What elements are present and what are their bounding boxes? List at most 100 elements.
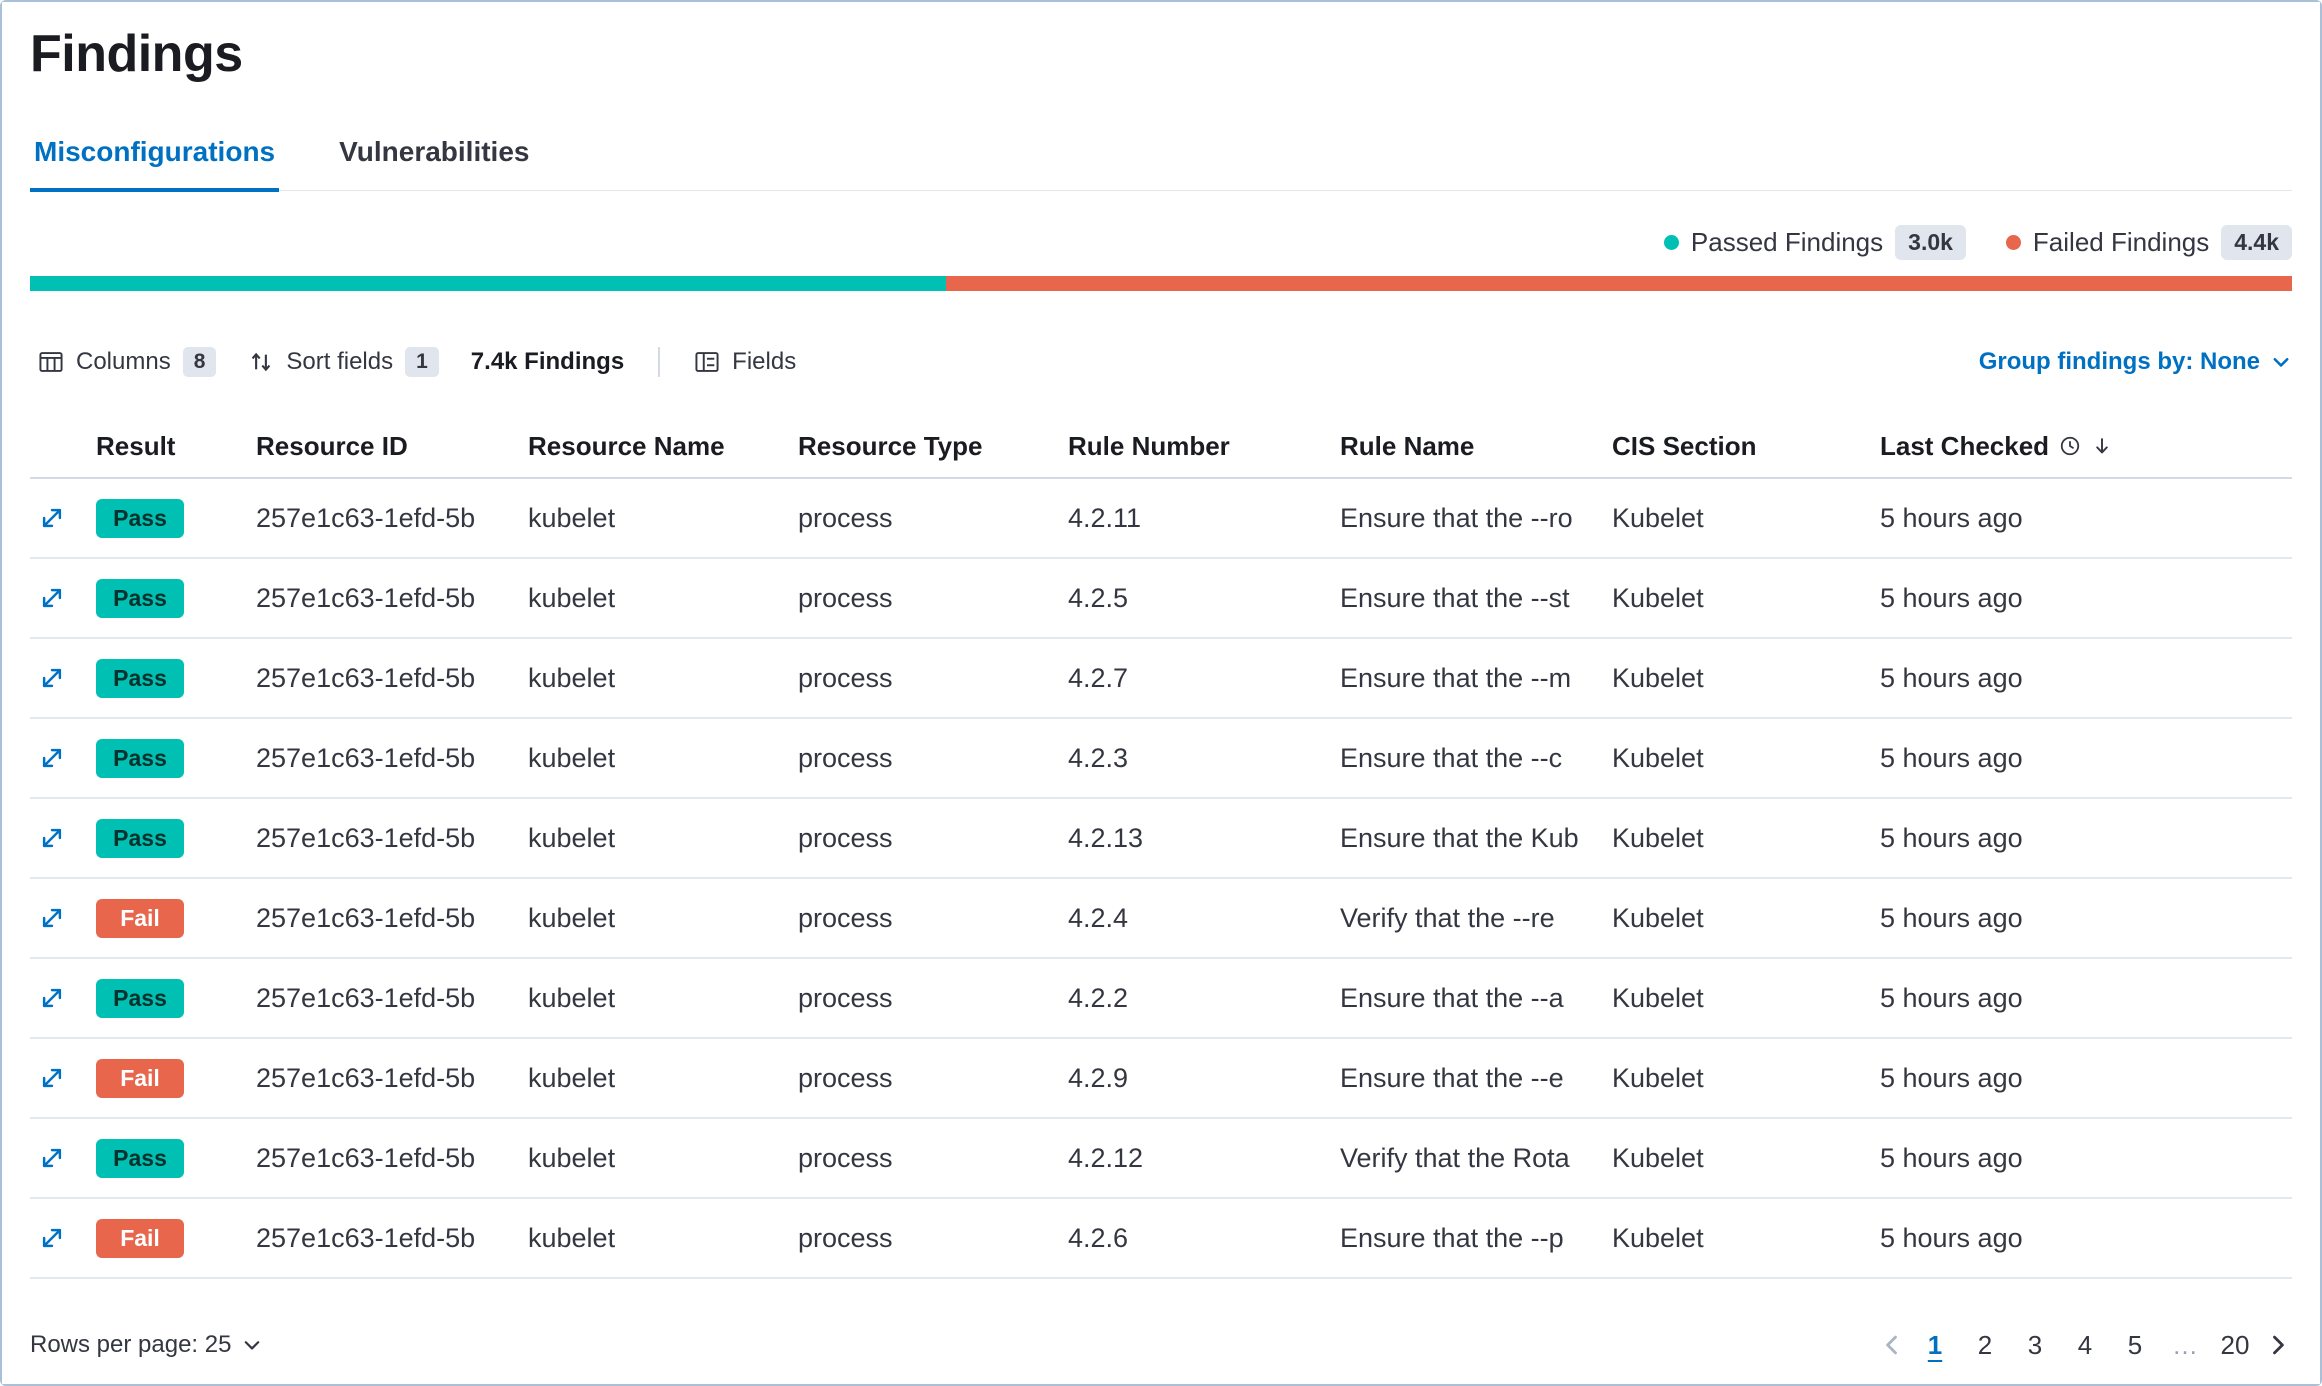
rule-name-cell: Ensure that the --st [1340,583,1612,614]
resource-name-cell: kubelet [528,1223,798,1254]
expand-finding-icon[interactable] [38,984,66,1012]
columns-button[interactable]: Columns 8 [30,343,224,381]
expand-finding-icon[interactable] [38,1224,66,1252]
resource-name-cell: kubelet [528,663,798,694]
expand-finding-icon[interactable] [38,904,66,932]
rows-per-page-label: Rows per page: 25 [30,1331,231,1359]
rule-number-cell: 4.2.9 [1068,1063,1340,1094]
expand-finding-icon[interactable] [38,664,66,692]
cis-section-cell: Kubelet [1612,983,1880,1014]
tab-misconfigurations[interactable]: Misconfigurations [30,130,279,192]
sort-descending-arrow-icon [2091,435,2113,457]
expand-finding-icon[interactable] [38,504,66,532]
cis-section-cell: Kubelet [1612,743,1880,774]
sort-fields-button[interactable]: Sort fields 1 [240,343,446,381]
sort-fields-label: Sort fields [286,348,393,376]
resource-id-cell: 257e1c63-1efd-5b [256,903,528,934]
page-number-5[interactable]: 5 [2114,1326,2156,1365]
group-findings-by-button[interactable]: Group findings by: None [1979,348,2292,376]
previous-page-icon[interactable] [1878,1331,1906,1359]
rule-name-cell: Ensure that the --ro [1340,503,1612,534]
cis-section-cell: Kubelet [1612,823,1880,854]
sort-fields-count-badge: 1 [405,347,439,377]
rule-number-cell: 4.2.11 [1068,503,1340,534]
column-header-resource-id[interactable]: Resource ID [256,431,528,462]
resource-id-cell: 257e1c63-1efd-5b [256,1143,528,1174]
resource-id-cell: 257e1c63-1efd-5b [256,1223,528,1254]
rule-number-cell: 4.2.6 [1068,1223,1340,1254]
rule-number-cell: 4.2.13 [1068,823,1340,854]
result-cell: Pass [96,739,256,778]
table-row: Fail 257e1c63-1efd-5b kubelet process 4.… [30,879,2292,959]
resource-name-cell: kubelet [528,743,798,774]
result-cell: Pass [96,659,256,698]
last-checked-cell: 5 hours ago [1880,743,2292,774]
cis-section-cell: Kubelet [1612,583,1880,614]
page-number-2[interactable]: 2 [1964,1326,2006,1365]
clock-icon [2059,435,2081,457]
failed-count-badge: 4.4k [2221,225,2292,260]
rule-number-cell: 4.2.12 [1068,1143,1340,1174]
toolbar-right: Group findings by: None [1979,348,2292,376]
rows-per-page-button[interactable]: Rows per page: 25 [30,1331,263,1359]
last-checked-cell: 5 hours ago [1880,663,2292,694]
result-badge: Pass [96,1139,184,1178]
page-title: Findings [30,18,2292,84]
resource-type-cell: process [798,743,1068,774]
result-cell: Pass [96,979,256,1018]
fields-icon [694,349,720,375]
result-cell: Fail [96,899,256,938]
resource-type-cell: process [798,503,1068,534]
column-header-resource-name[interactable]: Resource Name [528,431,798,462]
expand-finding-icon[interactable] [38,824,66,852]
expand-finding-icon[interactable] [38,1064,66,1092]
resource-id-cell: 257e1c63-1efd-5b [256,663,528,694]
resource-type-cell: process [798,663,1068,694]
resource-type-cell: process [798,983,1068,1014]
column-header-cis-section[interactable]: CIS Section [1612,431,1880,462]
resource-id-cell: 257e1c63-1efd-5b [256,1063,528,1094]
resource-name-cell: kubelet [528,823,798,854]
page-number-4[interactable]: 4 [2064,1326,2106,1365]
last-checked-cell: 5 hours ago [1880,583,2292,614]
group-findings-by-label: Group findings by: None [1979,348,2260,376]
findings-legend: Passed Findings 3.0k Failed Findings 4.4… [30,225,2292,260]
passed-count-badge: 3.0k [1895,225,1966,260]
fields-button[interactable]: Fields [686,344,804,380]
resource-id-cell: 257e1c63-1efd-5b [256,583,528,614]
expand-finding-icon[interactable] [38,584,66,612]
rule-name-cell: Verify that the Rota [1340,1143,1612,1174]
table-body: Pass 257e1c63-1efd-5b kubelet process 4.… [30,479,2292,1279]
column-header-result[interactable]: Result [96,431,256,462]
findings-count: 7.4k Findings [463,348,632,376]
expand-finding-icon[interactable] [38,1144,66,1172]
failed-bar-segment [946,276,2292,291]
resource-type-cell: process [798,823,1068,854]
column-header-resource-type[interactable]: Resource Type [798,431,1068,462]
result-badge: Fail [96,1059,184,1098]
next-page-icon[interactable] [2264,1331,2292,1359]
column-header-rule-name[interactable]: Rule Name [1340,431,1612,462]
rule-name-cell: Verify that the --re [1340,903,1612,934]
passed-dot-icon [1664,235,1679,250]
page-number-20[interactable]: 20 [2214,1326,2256,1365]
rule-number-cell: 4.2.3 [1068,743,1340,774]
expand-cell [30,504,96,532]
expand-cell [30,984,96,1012]
expand-cell [30,1224,96,1252]
rule-name-cell: Ensure that the --c [1340,743,1612,774]
table-row: Pass 257e1c63-1efd-5b kubelet process 4.… [30,559,2292,639]
cis-section-cell: Kubelet [1612,663,1880,694]
columns-count-badge: 8 [183,347,217,377]
resource-name-cell: kubelet [528,1063,798,1094]
last-checked-cell: 5 hours ago [1880,1063,2292,1094]
table-header-row: Result Resource ID Resource Name Resourc… [30,415,2292,479]
last-checked-cell: 5 hours ago [1880,1223,2292,1254]
page-number-1[interactable]: 1 [1914,1326,1956,1365]
fields-label: Fields [732,348,796,376]
tab-vulnerabilities[interactable]: Vulnerabilities [335,130,533,190]
column-header-rule-number[interactable]: Rule Number [1068,431,1340,462]
page-number-3[interactable]: 3 [2014,1326,2056,1365]
expand-finding-icon[interactable] [38,744,66,772]
column-header-last-checked[interactable]: Last Checked [1880,431,2292,462]
